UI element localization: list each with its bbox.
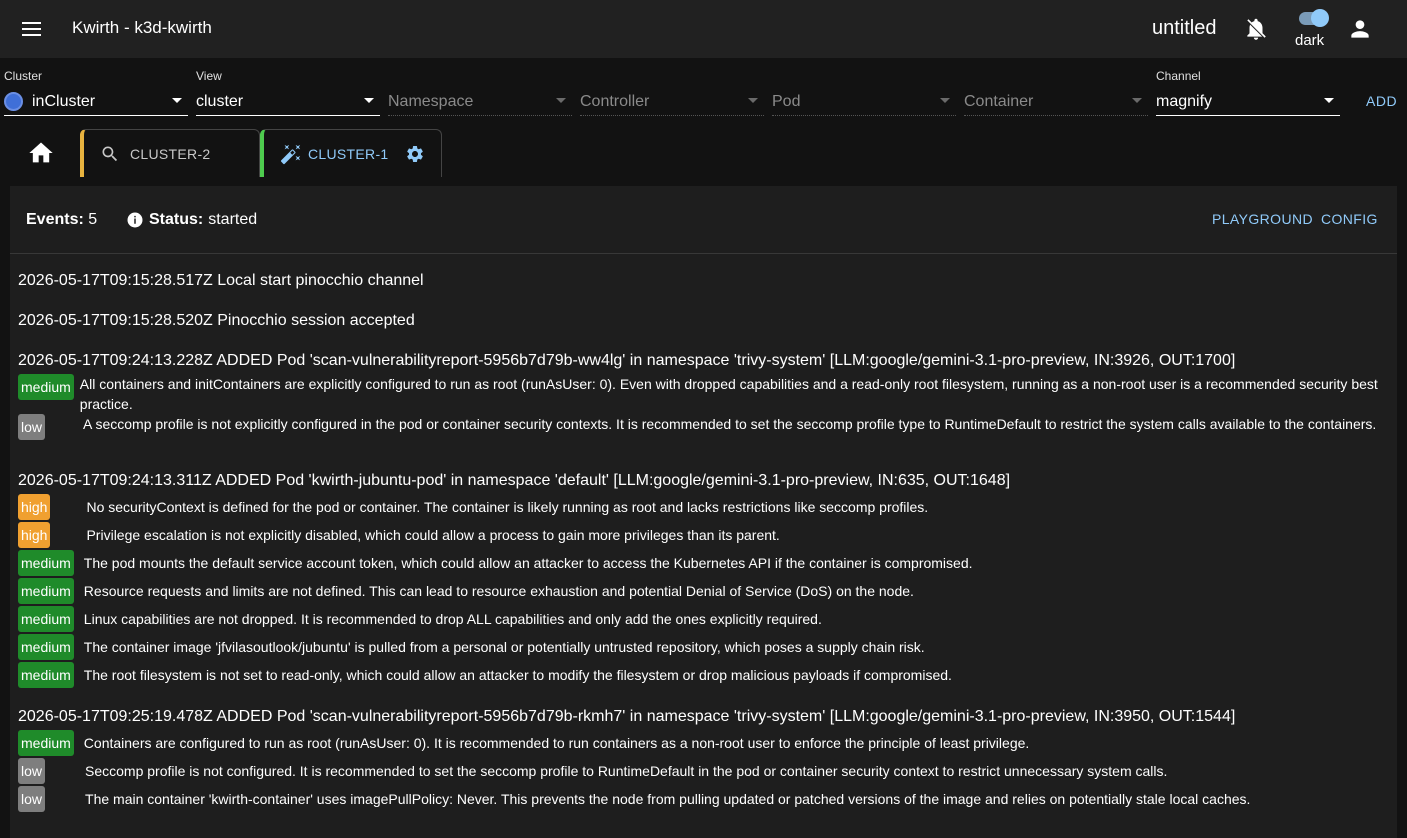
events-label: Events: [26, 211, 84, 228]
finding-item: medium Resource requests and limits are … [18, 578, 1388, 604]
pod-select-placeholder: Pod [772, 92, 801, 110]
finding-item: medium Containers are configured to run … [18, 730, 1388, 756]
finding-item: high Privilege escalation is not explici… [18, 522, 1388, 548]
log-line: 2026-05-17T09:24:13.311Z ADDED Pod 'kwir… [18, 472, 1011, 489]
severity-badge: medium [18, 606, 74, 632]
chevron-down-icon[interactable] [940, 98, 950, 103]
channel-select-label: Channel [1156, 69, 1201, 83]
cluster-select-label: Cluster [4, 69, 43, 83]
channel-select[interactable]: Channel magnify [1156, 66, 1340, 118]
log-line: 2026-05-17T09:15:28.520Z Pinocchio sessi… [18, 312, 415, 329]
magic-wand-icon [280, 144, 301, 164]
panel-header: Events: 5 Status: started PLAYGROUND CON… [10, 186, 1397, 254]
chevron-down-icon[interactable] [556, 98, 566, 103]
view-select[interactable]: View cluster [196, 66, 380, 118]
bell-off-icon[interactable] [1243, 16, 1269, 42]
namespace-select[interactable]: Namespace [388, 66, 572, 118]
finding-text: A seccomp profile is not explicitly conf… [83, 416, 1377, 432]
theme-toggle-label: dark [1295, 32, 1325, 49]
finding-text: Linux capabilities are not dropped. It i… [83, 611, 822, 627]
finding-item: medium The container image 'jfvilasoutlo… [18, 634, 1388, 660]
tab-cluster-1-label: CLUSTER-1 [308, 145, 389, 162]
finding-text: The main container 'kwirth-container' us… [85, 791, 1251, 807]
chevron-down-icon[interactable] [748, 98, 758, 103]
gear-icon[interactable] [405, 144, 425, 164]
cluster-select-value: inCluster [32, 92, 96, 110]
menu-icon[interactable] [18, 16, 46, 42]
finding-item: low A seccomp profile is not explicitly … [18, 414, 1388, 440]
severity-badge: high [18, 494, 51, 520]
events-counter: Events: 5 [26, 211, 97, 229]
view-select-label: View [196, 69, 222, 83]
app-title: Kwirth - k3d-kwirth [72, 18, 212, 37]
finding-item: medium The pod mounts the default servic… [18, 550, 1388, 576]
severity-badge: medium [18, 374, 74, 400]
severity-badge: medium [18, 578, 74, 604]
finding-text: No securityContext is defined for the po… [86, 499, 929, 515]
tab-cluster-2-label: CLUSTER-2 [130, 145, 211, 162]
tab-cluster-1[interactable]: CLUSTER-1 [260, 129, 442, 177]
finding-item: low Seccomp profile is not configured. I… [18, 758, 1388, 784]
finding-item: low The main container 'kwirth-container… [18, 786, 1388, 812]
finding-text: Seccomp profile is not configured. It is… [85, 763, 1168, 779]
severity-badge: high [18, 522, 51, 548]
pod-select[interactable]: Pod [772, 66, 956, 118]
finding-text: Resource requests and limits are not def… [83, 583, 914, 599]
board-name[interactable]: untitled [1152, 17, 1217, 40]
events-count: 5 [88, 211, 98, 228]
container-select-placeholder: Container [964, 92, 1034, 110]
home-icon[interactable] [22, 139, 60, 167]
view-select-value: cluster [196, 92, 244, 110]
finding-item: medium Linux capabilities are not droppe… [18, 606, 1388, 632]
channel-panel: Events: 5 Status: started PLAYGROUND CON… [10, 186, 1397, 838]
finding-text: All containers and initContainers are ex… [79, 376, 1378, 412]
severity-badge: medium [18, 662, 74, 688]
severity-badge: medium [18, 634, 74, 660]
finding-text: The container image 'jfvilasoutlook/jubu… [83, 639, 925, 655]
channel-select-value: magnify [1156, 92, 1213, 110]
app-bar: Kwirth - k3d-kwirth untitled dark [0, 0, 1407, 58]
finding-text: Privilege escalation is not explicitly d… [86, 527, 780, 543]
finding-text: The root filesystem is not set to read-o… [83, 667, 952, 683]
theme-toggle[interactable] [1297, 9, 1329, 27]
severity-badge: low [18, 786, 46, 812]
search-icon [102, 146, 118, 161]
log-line: 2026-05-17T09:15:28.517Z Local start pin… [18, 272, 424, 289]
chevron-down-icon[interactable] [172, 98, 182, 103]
controller-select-placeholder: Controller [580, 92, 650, 110]
severity-badge: medium [18, 550, 74, 576]
chevron-down-icon[interactable] [1324, 98, 1334, 103]
status-indicator: Status: started [126, 211, 257, 229]
chevron-down-icon[interactable] [364, 98, 374, 103]
log-line: 2026-05-17T09:25:19.478Z ADDED Pod 'scan… [18, 708, 1236, 725]
finding-item: high No securityContext is defined for t… [18, 494, 1388, 520]
status-label: Status: [149, 211, 204, 228]
severity-badge: low [18, 414, 46, 440]
namespace-select-placeholder: Namespace [388, 92, 474, 110]
tab-cluster-2[interactable]: CLUSTER-2 [80, 129, 260, 177]
account-icon[interactable] [1347, 16, 1373, 42]
info-icon [127, 212, 143, 228]
log-line: 2026-05-17T09:24:13.228Z ADDED Pod 'scan… [18, 352, 1236, 369]
playground-button[interactable]: PLAYGROUND [1212, 211, 1313, 227]
finding-text: The pod mounts the default service accou… [83, 555, 973, 571]
status-value: started [208, 211, 258, 228]
container-select[interactable]: Container [964, 66, 1148, 118]
severity-badge: low [18, 758, 46, 784]
kubernetes-icon [4, 92, 23, 111]
cluster-select[interactable]: Cluster inCluster [4, 66, 188, 118]
finding-item: medium The root filesystem is not set to… [18, 662, 1388, 688]
add-tab-button[interactable]: ADD [1366, 93, 1397, 109]
config-button[interactable]: CONFIG [1321, 211, 1378, 227]
controller-select[interactable]: Controller [580, 66, 764, 118]
severity-badge: medium [18, 730, 74, 756]
finding-item: medium All containers and initContainers… [18, 374, 1388, 414]
chevron-down-icon[interactable] [1132, 98, 1142, 103]
finding-text: Containers are configured to run as root… [83, 735, 1030, 751]
